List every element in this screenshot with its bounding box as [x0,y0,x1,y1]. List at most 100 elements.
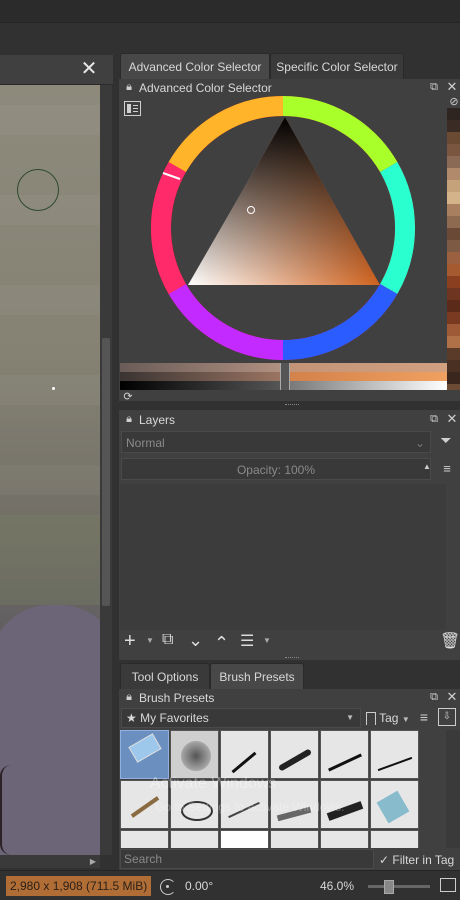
favorites-select[interactable]: ★ My Favorites ▼ [121,708,361,728]
brush-grid-scrollbar[interactable] [446,730,460,848]
lock-icon[interactable]: 🔒︎ [123,413,135,425]
import-icon[interactable]: ⇩ [438,708,456,726]
brush-preset-row3-5[interactable] [320,830,369,848]
float-icon[interactable]: ⧉ [428,691,440,703]
brush-preset-dip-pen[interactable] [370,730,419,779]
color-history-swatch[interactable] [447,372,460,384]
color-history-swatch[interactable] [447,156,460,168]
list-view-icon[interactable]: ≡ [418,710,430,724]
brush-preset-grid[interactable] [120,730,446,848]
zoom-slider-handle[interactable] [384,880,394,894]
brush-preset-sketch[interactable] [220,780,269,829]
color-history-swatch[interactable] [447,324,460,336]
color-history-swatch[interactable] [447,336,460,348]
color-history-swatch[interactable] [447,276,460,288]
shade-bar-1b[interactable] [288,363,447,372]
rotation-value[interactable]: 0.00° [185,876,213,896]
brush-preset-blender[interactable] [370,780,419,829]
tab-tool-options[interactable]: Tool Options [120,663,210,690]
brush-preset-row3-3[interactable] [220,830,269,848]
brush-preset-smudge[interactable] [270,780,319,829]
zoom-slider[interactable] [368,885,430,888]
shade-bar-3[interactable] [120,381,280,390]
color-history-swatch[interactable] [447,348,460,360]
shade-bar-2b[interactable] [288,372,447,381]
color-history-swatch[interactable] [447,216,460,228]
fullscreen-icon[interactable] [440,878,456,892]
brush-search-input[interactable]: Search [120,849,374,869]
brush-preset-row3-4[interactable] [270,830,319,848]
shade-selector-handle[interactable] [280,363,290,390]
rotation-icon[interactable] [157,876,179,896]
color-history-swatch[interactable] [447,132,460,144]
float-icon[interactable]: ⧉ [428,81,440,93]
color-history-swatch[interactable] [447,252,460,264]
delete-layer-icon[interactable]: 🗑︎ [440,631,460,651]
brush-preset-pencil[interactable] [120,780,169,829]
opacity-slider[interactable]: Opacity: 100% [121,458,431,480]
color-history-swatch[interactable] [447,228,460,240]
duplicate-layer-icon[interactable]: ⧉ [162,631,173,649]
canvas-horizontal-scrollbar[interactable] [0,855,100,868]
move-layer-down-icon[interactable]: ⌄ [188,630,203,651]
canvas-vertical-scroll-thumb[interactable] [102,338,110,606]
color-history-swatch[interactable] [447,180,460,192]
move-layer-up-icon[interactable]: ⌃ [214,633,229,654]
add-layer-icon[interactable]: + [124,630,136,653]
color-history-strip[interactable] [447,108,460,390]
tab-specific-color-selector[interactable]: Specific Color Selector [270,53,404,80]
brush-preset-marker[interactable] [270,730,319,779]
shade-bar-2[interactable] [120,372,280,381]
filter-in-tag-checkbox[interactable]: ✓ Filter in Tag [379,851,454,869]
color-history-swatch[interactable] [447,144,460,156]
color-history-swatch[interactable] [447,288,460,300]
shade-bar-3b[interactable] [288,381,447,390]
chevron-down-icon: ▼ [346,713,354,722]
lock-icon[interactable]: 🔒︎ [123,81,135,93]
color-history-swatch[interactable] [447,312,460,324]
scroll-right-arrow-icon[interactable]: ▶ [88,856,98,867]
layers-list[interactable] [120,484,446,630]
color-history-swatch[interactable] [447,240,460,252]
color-history-swatch[interactable] [447,300,460,312]
zoom-value[interactable]: 46.0% [320,876,354,896]
brush-preset-brush-pen[interactable] [320,730,369,779]
close-icon[interactable]: ✕ [446,412,458,425]
close-icon[interactable]: ✕ [78,59,100,79]
brush-preset-row3-2[interactable] [170,830,219,848]
chevron-down-icon[interactable]: ▼ [263,636,271,645]
tab-advanced-color-selector[interactable]: Advanced Color Selector [120,53,270,80]
lock-icon[interactable]: 🔒︎ [123,691,135,703]
brush-preset-airbrush[interactable] [170,730,219,779]
filter-icon[interactable]: ⏷ [440,433,452,447]
splitter-handle[interactable] [285,657,299,661]
tag-button[interactable]: Tag ▼ [366,708,411,728]
close-icon[interactable]: ✕ [446,690,458,703]
brush-preset-eraser[interactable] [120,730,169,779]
chevron-down-icon[interactable]: ▼ [146,636,154,645]
brush-preset-row3-6[interactable] [370,830,419,848]
color-history-swatch[interactable] [447,192,460,204]
color-history-swatch[interactable] [447,168,460,180]
splitter-handle[interactable] [285,404,299,408]
color-history-swatch[interactable] [447,204,460,216]
color-history-swatch[interactable] [447,264,460,276]
blend-mode-select[interactable]: Normal ⌄ [121,431,431,453]
close-icon[interactable]: ✕ [446,80,458,93]
brush-preset-charcoal[interactable] [170,780,219,829]
tab-brush-presets[interactable]: Brush Presets [210,663,304,690]
opacity-spinner-icon[interactable]: ▲ [421,461,433,473]
color-history-swatch[interactable] [447,360,460,372]
brush-preset-texture[interactable] [320,780,369,829]
float-icon[interactable]: ⧉ [428,413,440,425]
no-color-icon[interactable]: ⊘ [448,96,460,108]
layer-properties-icon[interactable]: ☰ [240,631,254,651]
layer-menu-icon[interactable]: ≡ [441,462,453,475]
color-history-swatch[interactable] [447,120,460,132]
refresh-icon[interactable]: ⟳ [122,391,134,403]
brush-preset-row3-1[interactable] [120,830,169,848]
shade-bar-1[interactable] [120,363,280,372]
color-history-swatch[interactable] [447,108,460,120]
brush-preset-ink-pen[interactable] [220,730,269,779]
color-wheel-triangle[interactable] [120,95,447,363]
